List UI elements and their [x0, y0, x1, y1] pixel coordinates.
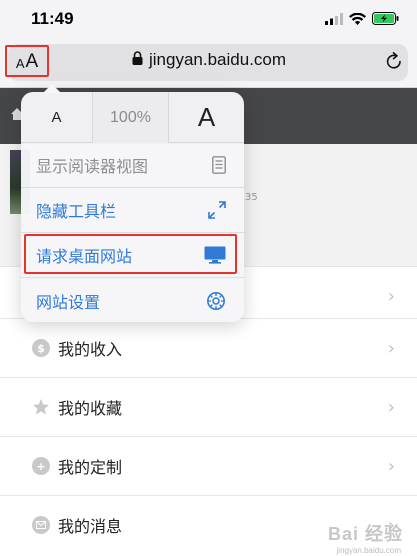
chevron-right-icon: › — [387, 396, 395, 418]
expand-arrows-icon — [208, 201, 226, 219]
text-size-popover: A 100% A 显示阅读器视图 隐藏工具栏 请求桌面网站 网站设置 — [21, 84, 244, 323]
chevron-right-icon: › — [387, 337, 395, 359]
url-display[interactable]: jingyan.baidu.com — [132, 50, 286, 70]
desktop-monitor-icon — [204, 246, 226, 264]
menu-item-hide-toolbar[interactable]: 隐藏工具栏 — [21, 188, 244, 233]
zoom-level[interactable]: 100% — [93, 92, 169, 143]
menu-item-label: 请求桌面网站 — [36, 247, 133, 266]
list-item-label: 我的消息 — [58, 517, 123, 536]
menu-item-label: 隐藏工具栏 — [36, 202, 117, 221]
status-bar: 11:49 — [0, 0, 417, 40]
reload-icon[interactable] — [385, 52, 403, 75]
wifi-icon — [349, 10, 366, 29]
list-item-label: 我的定制 — [58, 458, 123, 477]
dollar-icon: $ — [32, 339, 50, 357]
list-item-income[interactable]: $ 我的收入 › — [0, 318, 417, 377]
list-item-custom[interactable]: + 我的定制 › — [0, 436, 417, 495]
text-size-small-a: A — [15, 56, 25, 71]
increase-font-button[interactable]: A — [169, 92, 244, 143]
text-size-big-a: A — [25, 51, 39, 72]
watermark: Bai 经验 — [327, 524, 403, 544]
plus-icon: + — [32, 457, 50, 475]
list-item-label: 我的收入 — [58, 340, 123, 359]
partial-number: 35 — [245, 192, 258, 203]
list-item-favorites[interactable]: 我的收藏 › — [0, 377, 417, 436]
settings-gear-icon — [206, 291, 226, 311]
menu-item-label: 网站设置 — [36, 292, 101, 312]
chevron-right-icon: › — [387, 455, 395, 477]
decrease-font-button[interactable]: A — [21, 92, 93, 143]
url-text: jingyan.baidu.com — [149, 50, 287, 69]
text-size-button[interactable]: A A — [5, 45, 49, 77]
menu-item-reader-view[interactable]: 显示阅读器视图 — [21, 143, 244, 188]
star-icon — [32, 398, 50, 416]
watermark-sub: jingyan.baidu.com — [336, 546, 401, 555]
menu-item-website-settings[interactable]: 网站设置 — [21, 278, 244, 323]
mail-icon — [32, 516, 50, 534]
status-time: 11:49 — [31, 9, 74, 28]
cellular-signal-icon — [325, 10, 343, 29]
font-size-controls: A 100% A — [21, 92, 244, 143]
list-item-label: 我的收藏 — [58, 399, 123, 418]
battery-charging-icon — [372, 10, 399, 29]
menu-item-label: 显示阅读器视图 — [36, 157, 149, 176]
chevron-right-icon: › — [387, 285, 395, 307]
lock-icon — [132, 50, 143, 70]
status-icons — [325, 11, 399, 27]
reader-view-icon — [212, 156, 226, 174]
menu-item-request-desktop-site[interactable]: 请求桌面网站 — [21, 233, 244, 278]
